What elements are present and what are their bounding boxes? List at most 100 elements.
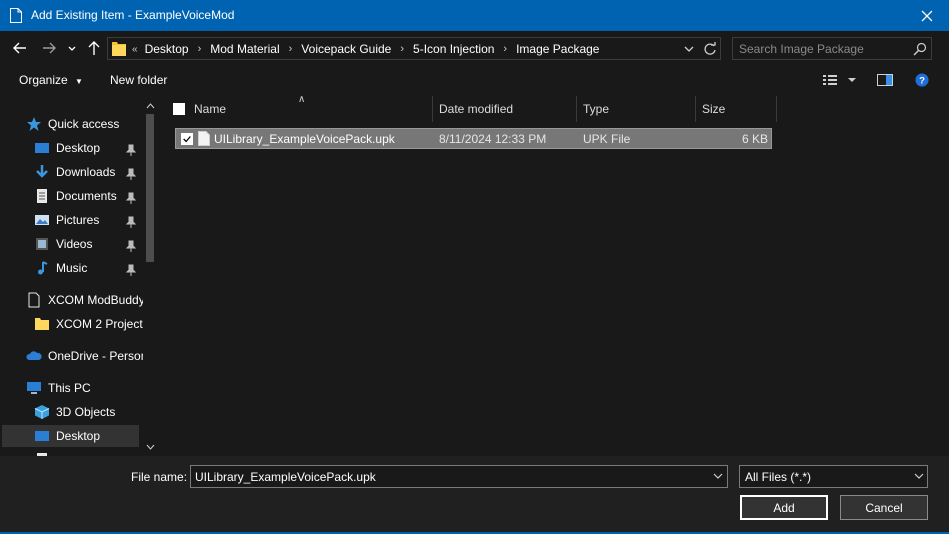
column-header-size[interactable]: Size <box>696 96 777 122</box>
file-name-label: File name: <box>131 470 188 484</box>
breadcrumb: « Desktop › Mod Material › Voicepack Gui… <box>132 41 599 57</box>
breadcrumb-item[interactable]: Desktop <box>145 42 189 56</box>
cancel-button[interactable]: Cancel <box>840 495 928 520</box>
nav-onedrive[interactable]: OneDrive - Personal <box>26 345 157 367</box>
nav-label: XCOM 2 Projects <box>56 317 149 331</box>
preview-pane-icon[interactable] <box>877 73 893 87</box>
add-button[interactable]: Add <box>740 495 828 520</box>
nav-label: Desktop <box>56 429 101 443</box>
nav-documents-pc[interactable] <box>34 449 56 456</box>
nav-label: OneDrive - Personal <box>48 349 157 363</box>
view-options-icon[interactable] <box>822 73 838 87</box>
nav-label: 3D Objects <box>56 405 116 419</box>
nav-label: Videos <box>56 237 93 251</box>
new-folder-button[interactable]: New folder <box>110 73 167 87</box>
back-icon[interactable] <box>11 39 29 57</box>
nav-quick-access[interactable]: Quick access <box>26 113 119 135</box>
chevron-down-icon[interactable] <box>846 73 858 87</box>
nav-documents[interactable]: Documents <box>34 185 117 207</box>
nav-label: Music <box>56 261 88 275</box>
nav-desktop[interactable]: Desktop <box>34 137 100 159</box>
document-icon <box>10 8 22 23</box>
scroll-up-icon[interactable] <box>146 103 155 109</box>
chevron-down-icon[interactable] <box>683 43 695 55</box>
row-checkbox[interactable] <box>181 133 193 145</box>
refresh-icon[interactable] <box>703 42 717 56</box>
nav-music[interactable]: Music <box>34 257 87 279</box>
organize-button[interactable]: Organize ▼ <box>19 73 83 87</box>
forward-icon[interactable] <box>40 39 58 57</box>
help-icon[interactable]: ? <box>914 73 930 87</box>
address-bar[interactable]: « Desktop › Mod Material › Voicepack Gui… <box>107 37 721 60</box>
filter-value: All Files (*.*) <box>745 470 812 484</box>
window-title: Add Existing Item - ExampleVoiceMod <box>31 8 235 22</box>
download-icon <box>36 165 48 178</box>
nav-modbuddy[interactable]: XCOM ModBuddy <box>26 289 145 311</box>
nav-label: XCOM ModBuddy <box>48 293 145 307</box>
pin-icon <box>126 168 136 180</box>
close-icon[interactable] <box>917 6 937 26</box>
select-all-checkbox[interactable] <box>173 103 185 115</box>
nav-videos[interactable]: Videos <box>34 233 92 255</box>
file-size: 6 KB <box>741 132 768 146</box>
column-header-date[interactable]: Date modified <box>433 96 577 122</box>
pin-icon <box>126 240 136 252</box>
folder-icon <box>112 42 126 56</box>
file-type-filter[interactable]: All Files (*.*) <box>739 465 928 488</box>
cloud-icon <box>26 351 42 360</box>
nav-label: Pictures <box>56 213 100 227</box>
column-header-type[interactable]: Type <box>577 96 696 122</box>
scroll-thumb[interactable] <box>146 114 154 262</box>
chevron-right-icon[interactable]: › <box>289 43 293 55</box>
nav-downloads[interactable]: Downloads <box>34 161 115 183</box>
nav-pictures[interactable]: Pictures <box>34 209 99 231</box>
pin-icon <box>126 216 136 228</box>
column-label: Type <box>583 102 610 116</box>
search-input[interactable] <box>739 41 909 57</box>
chevron-down-icon: ▼ <box>75 77 83 86</box>
document-icon <box>28 292 40 308</box>
breadcrumb-item[interactable]: Image Package <box>516 42 599 56</box>
chevron-right-icon[interactable]: › <box>503 43 507 55</box>
pictures-icon <box>35 215 49 225</box>
nav-this-pc[interactable]: This PC <box>26 377 91 399</box>
chevron-right-icon[interactable]: › <box>198 43 202 55</box>
breadcrumb-item[interactable]: Voicepack Guide <box>301 42 391 56</box>
nav-label: This PC <box>48 381 91 395</box>
breadcrumb-overflow[interactable]: « <box>132 44 138 55</box>
breadcrumb-item[interactable]: 5-Icon Injection <box>413 42 494 56</box>
nav-xcom-projects[interactable]: XCOM 2 Projects <box>34 313 149 335</box>
title-bar: Add Existing Item - ExampleVoiceMod <box>0 0 949 31</box>
cube-icon <box>34 405 50 419</box>
recent-locations-icon[interactable] <box>66 39 78 57</box>
address-row: « Desktop › Mod Material › Voicepack Gui… <box>0 31 949 66</box>
file-name-combobox[interactable] <box>190 465 728 488</box>
nav-label: Quick access <box>48 117 120 131</box>
desktop-icon <box>35 143 49 153</box>
folder-icon <box>35 318 49 330</box>
breadcrumb-item[interactable]: Mod Material <box>210 42 279 56</box>
table-row[interactable]: UILibrary_ExampleVoicePack.upk 8/11/2024… <box>175 128 772 149</box>
file-name-input[interactable] <box>195 469 705 485</box>
computer-icon <box>27 382 41 394</box>
scroll-down-icon[interactable] <box>146 444 155 450</box>
column-header-name[interactable]: Name <box>188 96 433 122</box>
search-field[interactable] <box>732 37 932 60</box>
star-icon <box>27 117 41 131</box>
command-bar: Organize ▼ New folder ? <box>0 66 949 96</box>
pin-icon <box>126 264 136 276</box>
music-icon <box>38 261 48 275</box>
up-icon[interactable] <box>85 39 103 57</box>
chevron-right-icon[interactable]: › <box>400 43 404 55</box>
nav-3d-objects[interactable]: 3D Objects <box>34 401 115 423</box>
pin-icon <box>126 144 136 156</box>
file-type: UPK File <box>583 132 631 146</box>
documents-icon <box>37 189 47 203</box>
file-icon <box>198 131 210 146</box>
column-label: Size <box>702 102 726 116</box>
nav-label: Documents <box>56 189 117 203</box>
search-icon[interactable] <box>913 42 927 56</box>
chevron-down-icon[interactable] <box>713 472 723 480</box>
nav-desktop-pc[interactable]: Desktop <box>2 425 139 447</box>
chevron-down-icon[interactable] <box>914 472 924 480</box>
